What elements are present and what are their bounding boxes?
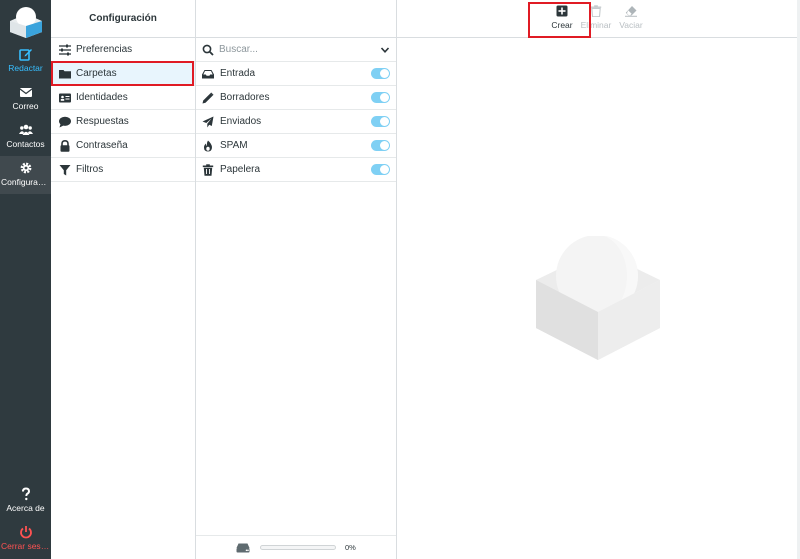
quota-percent: 0% — [345, 543, 356, 552]
settings-item-label: Contraseña — [76, 140, 128, 151]
toolbar: Crear Eliminar Vaciar — [397, 0, 800, 38]
compose-icon — [18, 49, 32, 61]
trash-icon — [590, 5, 602, 17]
nav-about-label: Acerca de — [6, 503, 45, 513]
create-button[interactable]: Crear — [545, 5, 579, 30]
search-icon — [202, 44, 214, 56]
folder-row-trash[interactable]: Papelera — [196, 158, 396, 182]
nav-compose-label: Redactar — [8, 63, 43, 73]
users-icon — [18, 124, 33, 135]
subscribe-toggle[interactable] — [371, 68, 390, 79]
subscribe-toggle[interactable] — [371, 164, 390, 175]
settings-item-label: Respuestas — [76, 116, 129, 127]
quota-bar — [260, 545, 336, 550]
main-nav: Redactar Correo Contactos Configuraci... — [0, 0, 51, 559]
folder-name: SPAM — [220, 140, 248, 151]
subscribe-toggle[interactable] — [371, 140, 390, 151]
folder-search[interactable]: Buscar... — [196, 38, 396, 62]
hard-drive-icon — [236, 543, 250, 552]
inbox-icon — [202, 69, 214, 78]
folder-name: Entrada — [220, 68, 256, 79]
folder-row-spam[interactable]: SPAM — [196, 134, 396, 158]
settings-item-folders[interactable]: Carpetas — [51, 62, 195, 86]
settings-item-identities[interactable]: Identidades — [51, 86, 195, 110]
lock-icon — [60, 139, 70, 152]
fire-icon — [204, 140, 212, 151]
pencil-icon — [202, 92, 214, 103]
settings-item-filters[interactable]: Filtros — [51, 158, 195, 182]
folder-icon — [59, 69, 71, 78]
settings-item-label: Preferencias — [76, 44, 133, 55]
nav-mail[interactable]: Correo — [0, 80, 51, 118]
empty-button-label: Vaciar — [619, 20, 643, 30]
nav-compose[interactable]: Redactar — [0, 42, 51, 80]
roundcube-watermark-logo — [536, 236, 660, 360]
delete-button-label: Eliminar — [580, 20, 612, 30]
roundcube-app: Redactar Correo Contactos Configuraci... — [0, 0, 800, 559]
settings-item-label: Filtros — [76, 164, 104, 175]
plus-square-icon — [556, 5, 568, 17]
settings-title: Configuración — [51, 0, 195, 38]
settings-item-label: Identidades — [76, 92, 128, 103]
quota-indicator: 0% — [196, 535, 396, 559]
id-card-icon — [59, 93, 71, 102]
gear-icon — [20, 162, 31, 174]
settings-item-label: Carpetas — [76, 68, 117, 79]
subscribe-toggle[interactable] — [371, 116, 390, 127]
nav-settings-label: Configuraci... — [1, 177, 51, 187]
settings-panel: Configuración Preferencias Carpetas Iden… — [51, 0, 196, 559]
chevron-down-icon[interactable] — [380, 45, 390, 55]
nav-contacts[interactable]: Contactos — [0, 118, 51, 156]
nav-logout[interactable]: Cerrar sesión — [0, 520, 51, 558]
folder-row-drafts[interactable]: Borradores — [196, 86, 396, 110]
content-area: Crear Eliminar Vaciar — [397, 0, 800, 559]
search-input[interactable]: Buscar... — [219, 44, 380, 55]
folder-name: Borradores — [220, 92, 270, 103]
envelope-icon — [19, 88, 32, 97]
settings-item-preferences[interactable]: Preferencias — [51, 38, 195, 62]
folder-row-sent[interactable]: Enviados — [196, 110, 396, 134]
empty-button[interactable]: Vaciar — [614, 5, 648, 30]
nav-contacts-label: Contactos — [6, 139, 45, 149]
filter-icon — [59, 164, 71, 175]
nav-settings[interactable]: Configuraci... — [0, 156, 51, 194]
sliders-icon — [59, 44, 71, 55]
comment-icon — [59, 116, 71, 127]
question-icon — [21, 487, 30, 501]
eraser-icon — [625, 6, 637, 17]
power-icon — [19, 526, 32, 539]
folders-panel: Buscar... Entrada Borradores Enviados SP… — [196, 0, 397, 559]
trash-icon — [202, 163, 214, 176]
folder-row-inbox[interactable]: Entrada — [196, 62, 396, 86]
roundcube-logo — [10, 7, 42, 38]
folder-name: Papelera — [220, 164, 261, 175]
delete-button[interactable]: Eliminar — [579, 5, 613, 30]
paper-plane-icon — [202, 116, 214, 127]
folders-panel-header — [196, 0, 396, 38]
subscribe-toggle[interactable] — [371, 92, 390, 103]
nav-mail-label: Correo — [12, 101, 39, 111]
nav-logout-label: Cerrar sesión — [1, 541, 51, 551]
create-button-label: Crear — [551, 20, 573, 30]
nav-about[interactable]: Acerca de — [0, 482, 51, 520]
settings-item-password[interactable]: Contraseña — [51, 134, 195, 158]
folder-name: Enviados — [220, 116, 262, 127]
settings-item-responses[interactable]: Respuestas — [51, 110, 195, 134]
